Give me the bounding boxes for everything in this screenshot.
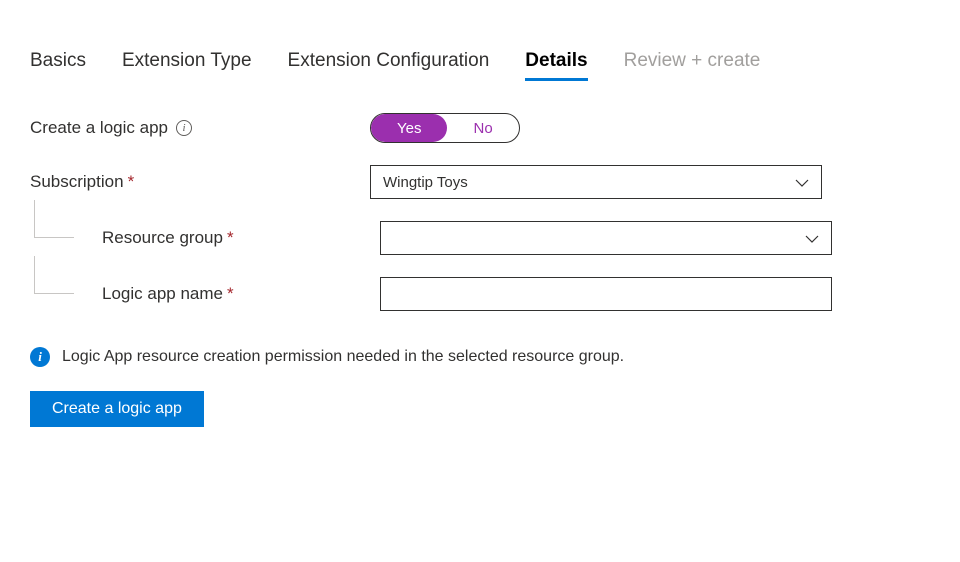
tab-basics[interactable]: Basics	[30, 50, 86, 81]
required-indicator: *	[227, 284, 234, 304]
tab-bar: Basics Extension Type Extension Configur…	[30, 50, 930, 81]
label-subscription: Subscription *	[30, 172, 370, 192]
label-text: Subscription	[30, 172, 124, 192]
tab-extension-configuration[interactable]: Extension Configuration	[288, 50, 490, 81]
tab-details[interactable]: Details	[525, 50, 587, 81]
label-text: Logic app name	[102, 284, 223, 304]
tree-connector	[34, 256, 74, 294]
label-text: Resource group	[102, 228, 223, 248]
info-banner: i Logic App resource creation permission…	[30, 347, 930, 367]
toggle-yes[interactable]: Yes	[371, 114, 447, 142]
required-indicator: *	[227, 228, 234, 248]
dropdown-subscription[interactable]: Wingtip Toys	[370, 165, 822, 199]
tab-review-create[interactable]: Review + create	[624, 50, 761, 81]
row-logic-app-name: Logic app name *	[30, 277, 930, 311]
label-resource-group: Resource group *	[40, 228, 380, 248]
create-logic-app-button[interactable]: Create a logic app	[30, 391, 204, 427]
dropdown-value: Wingtip Toys	[383, 174, 468, 191]
row-subscription: Subscription * Wingtip Toys	[30, 165, 930, 199]
tab-extension-type[interactable]: Extension Type	[122, 50, 252, 81]
dropdown-resource-group[interactable]	[380, 221, 832, 255]
required-indicator: *	[128, 172, 135, 192]
label-create-logic-app: Create a logic app i	[30, 118, 370, 138]
label-text: Create a logic app	[30, 118, 168, 138]
row-create-logic-app: Create a logic app i Yes No	[30, 113, 930, 143]
tree-connector	[34, 200, 74, 238]
label-logic-app-name: Logic app name *	[40, 284, 380, 304]
info-message: Logic App resource creation permission n…	[62, 348, 624, 366]
chevron-down-icon	[795, 174, 809, 190]
info-icon[interactable]: i	[176, 120, 192, 136]
row-resource-group: Resource group *	[30, 221, 930, 255]
toggle-create-logic-app[interactable]: Yes No	[370, 113, 520, 143]
chevron-down-icon	[805, 230, 819, 246]
input-logic-app-name[interactable]	[380, 277, 832, 311]
toggle-no[interactable]: No	[447, 114, 518, 142]
info-icon: i	[30, 347, 50, 367]
